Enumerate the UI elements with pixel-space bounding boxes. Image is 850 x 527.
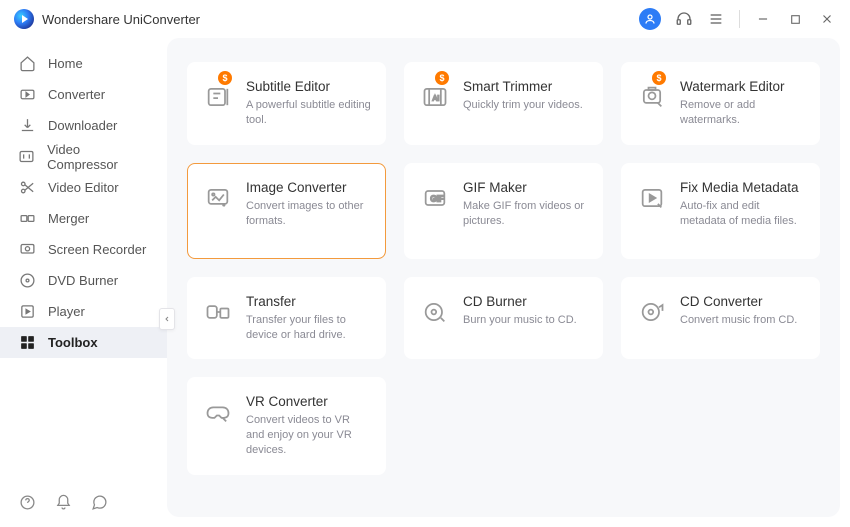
sidebar-item-merger[interactable]: Merger <box>0 203 167 234</box>
tool-card-cd-burner[interactable]: CD Burner Burn your music to CD. <box>404 277 603 360</box>
fix-media-metadata-icon <box>636 182 668 214</box>
sidebar-item-label: Toolbox <box>48 335 98 350</box>
tool-card-transfer[interactable]: Transfer Transfer your files to device or… <box>187 277 386 360</box>
tool-card-subtitle-editor[interactable]: $ Subtitle Editor A powerful subtitle edit… <box>187 62 386 145</box>
tool-desc: Convert music from CD. <box>680 313 805 328</box>
sidebar-item-label: Converter <box>48 87 105 102</box>
tool-desc: Convert images to other formats. <box>246 199 371 229</box>
sidebar-item-label: Player <box>48 304 85 319</box>
vr-converter-icon <box>202 396 234 428</box>
tool-card-image-converter[interactable]: Image Converter Convert images to other f… <box>187 163 386 259</box>
tool-desc: Remove or add watermarks. <box>680 98 805 128</box>
toolbox-icon <box>18 334 36 352</box>
sidebar-item-downloader[interactable]: Downloader <box>0 110 167 141</box>
sidebar-item-home[interactable]: Home <box>0 48 167 79</box>
merge-icon <box>18 210 36 228</box>
sidebar-item-toolbox[interactable]: Toolbox <box>0 327 167 358</box>
menu-icon[interactable] <box>707 10 725 28</box>
tool-title: CD Converter <box>680 294 805 309</box>
sidebar-item-converter[interactable]: Converter <box>0 79 167 110</box>
account-avatar-icon[interactable] <box>639 8 661 30</box>
play-icon <box>18 303 36 321</box>
tool-desc: Make GIF from videos or pictures. <box>463 199 588 229</box>
tool-card-watermark-editor[interactable]: $ Watermark Editor Remove or add watermark… <box>621 62 820 145</box>
svg-text:AI: AI <box>433 96 440 103</box>
bell-icon[interactable] <box>54 493 72 511</box>
help-icon[interactable] <box>18 493 36 511</box>
maximize-icon[interactable] <box>786 10 804 28</box>
tool-title: CD Burner <box>463 294 588 309</box>
sidebar-item-label: Screen Recorder <box>48 242 146 257</box>
smart-trimmer-icon: AI <box>419 81 451 113</box>
sidebar: Home Converter Downloader Video Compress… <box>0 38 167 527</box>
tool-title: Image Converter <box>246 180 371 195</box>
close-icon[interactable] <box>818 10 836 28</box>
app-logo-icon <box>14 9 34 29</box>
titlebar: Wondershare UniConverter <box>0 0 850 38</box>
svg-text:GIF: GIF <box>430 194 444 203</box>
tool-desc: Convert videos to VR and enjoy on your V… <box>246 413 371 458</box>
tool-title: Smart Trimmer <box>463 79 588 94</box>
tool-title: VR Converter <box>246 394 371 409</box>
sidebar-collapse-icon[interactable] <box>159 308 175 330</box>
cd-converter-icon <box>636 296 668 328</box>
tool-title: GIF Maker <box>463 180 588 195</box>
sidebar-item-label: DVD Burner <box>48 273 118 288</box>
tool-desc: Quickly trim your videos. <box>463 98 588 113</box>
tool-card-smart-trimmer[interactable]: $ AI Smart Trimmer Quickly trim your videos… <box>404 62 603 145</box>
premium-badge-icon: $ <box>652 71 666 85</box>
sidebar-item-label: Downloader <box>48 118 117 133</box>
scissors-icon <box>18 179 36 197</box>
download-icon <box>18 117 36 135</box>
sidebar-item-screen-recorder[interactable]: Screen Recorder <box>0 234 167 265</box>
minimize-icon[interactable] <box>754 10 772 28</box>
tool-card-cd-converter[interactable]: CD Converter Convert music from CD. <box>621 277 820 360</box>
app-title: Wondershare UniConverter <box>42 12 200 27</box>
watermark-editor-icon <box>636 81 668 113</box>
image-converter-icon <box>202 182 234 214</box>
tool-card-gif-maker[interactable]: GIF GIF Maker Make GIF from videos or pict… <box>404 163 603 259</box>
gif-maker-icon: GIF <box>419 182 451 214</box>
tool-title: Watermark Editor <box>680 79 805 94</box>
record-icon <box>18 241 36 259</box>
feedback-icon[interactable] <box>90 493 108 511</box>
sidebar-item-label: Merger <box>48 211 89 226</box>
cd-burner-icon <box>419 296 451 328</box>
toolbox-panel: $ Subtitle Editor A powerful subtitle edit… <box>167 38 840 517</box>
sidebar-item-video-editor[interactable]: Video Editor <box>0 172 167 203</box>
tool-title: Subtitle Editor <box>246 79 371 94</box>
sidebar-item-label: Video Compressor <box>47 142 149 172</box>
tool-title: Transfer <box>246 294 371 309</box>
sidebar-item-label: Home <box>48 56 83 71</box>
premium-badge-icon: $ <box>218 71 232 85</box>
tool-desc: Transfer your files to device or hard dr… <box>246 313 371 343</box>
tool-card-vr-converter[interactable]: VR Converter Convert videos to VR and enj… <box>187 377 386 475</box>
sidebar-item-label: Video Editor <box>48 180 119 195</box>
tool-desc: Auto-fix and edit metadata of media file… <box>680 199 805 229</box>
tool-desc: Burn your music to CD. <box>463 313 588 328</box>
converter-icon <box>18 86 36 104</box>
disc-icon <box>18 272 36 290</box>
sidebar-item-video-compressor[interactable]: Video Compressor <box>0 141 167 172</box>
tool-card-fix-media-metadata[interactable]: Fix Media Metadata Auto-fix and edit meta… <box>621 163 820 259</box>
titlebar-divider <box>739 10 740 28</box>
premium-badge-icon: $ <box>435 71 449 85</box>
sidebar-item-dvd-burner[interactable]: DVD Burner <box>0 265 167 296</box>
tool-title: Fix Media Metadata <box>680 180 805 195</box>
tool-desc: A powerful subtitle editing tool. <box>246 98 371 128</box>
home-icon <box>18 55 36 73</box>
subtitle-editor-icon <box>202 81 234 113</box>
transfer-icon <box>202 296 234 328</box>
compress-icon <box>18 148 35 166</box>
sidebar-item-player[interactable]: Player <box>0 296 167 327</box>
headset-icon[interactable] <box>675 10 693 28</box>
